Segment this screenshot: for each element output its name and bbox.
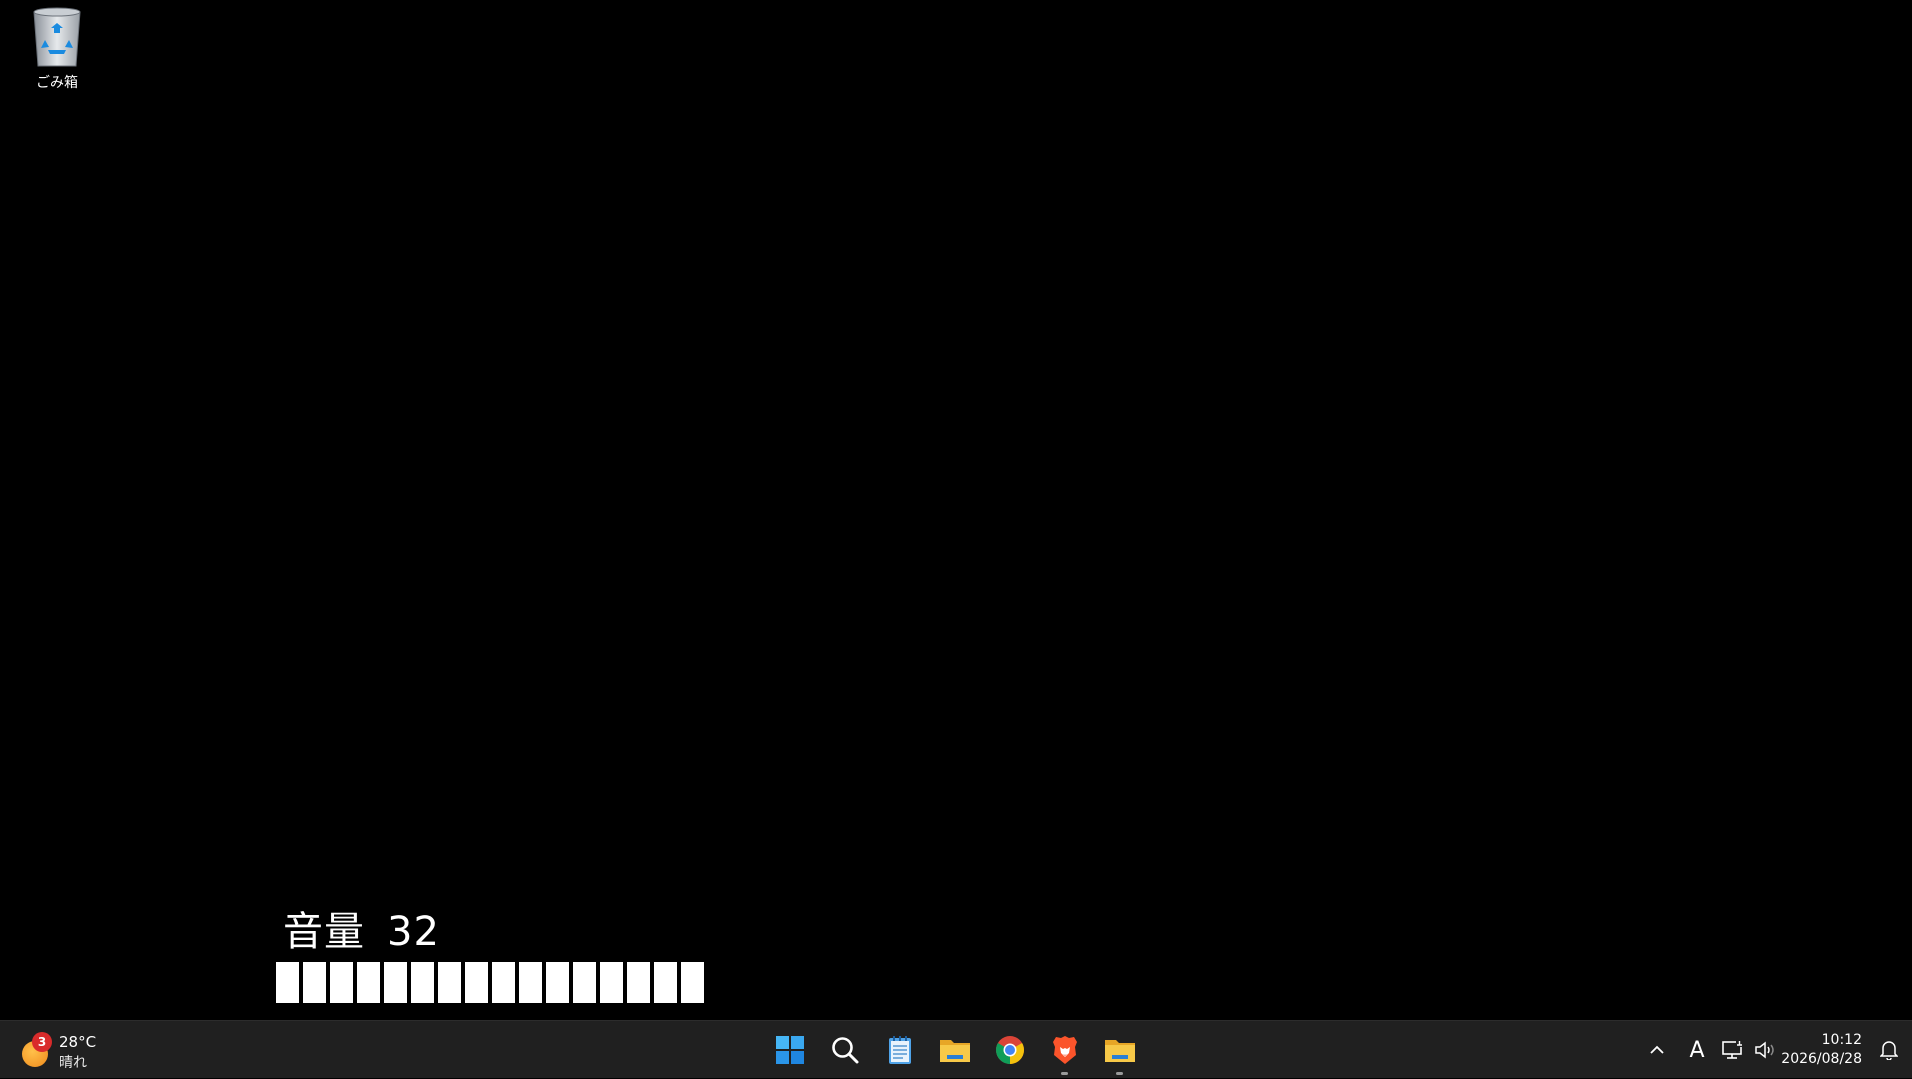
speaker-icon: [1755, 1041, 1774, 1059]
volume-button[interactable]: [1750, 1021, 1780, 1079]
search-button[interactable]: [817, 1021, 872, 1079]
clock-time: 10:12: [1821, 1032, 1862, 1048]
weather-temperature: 28°C: [59, 1033, 97, 1051]
volume-level-bar: [276, 962, 704, 1003]
volume-label: 音量: [283, 909, 365, 955]
taskbar-app-notepad[interactable]: [872, 1021, 927, 1079]
desktop[interactable]: ごみ箱 音量 32: [0, 0, 1912, 1020]
weather-badge: 3: [32, 1032, 52, 1052]
notepad-icon: [888, 1036, 911, 1064]
running-indicator: [1116, 1072, 1123, 1075]
volume-segment: [492, 962, 515, 1003]
folder-icon: [939, 1040, 970, 1062]
network-button[interactable]: [1718, 1021, 1748, 1079]
volume-segment: [681, 962, 704, 1003]
brave-lion-icon: [1052, 1036, 1077, 1064]
running-indicator: [1061, 1072, 1068, 1075]
clock-date: 2026/08/28: [1781, 1051, 1862, 1067]
volume-segment: [357, 962, 380, 1003]
weather-widget[interactable]: 3 28°C 晴れ: [20, 1031, 110, 1071]
volume-segment: [411, 962, 434, 1003]
volume-segment: [573, 962, 596, 1003]
volume-segment: [330, 962, 353, 1003]
weather-condition: 晴れ: [59, 1055, 87, 1071]
ime-indicator[interactable]: A: [1682, 1021, 1712, 1079]
volume-segment: [519, 962, 542, 1003]
tray-overflow-button[interactable]: [1642, 1021, 1672, 1079]
volume-value: 32: [387, 909, 440, 955]
chevron-up-icon: [1650, 1045, 1664, 1054]
taskbar-app-file-explorer-2[interactable]: [1092, 1021, 1147, 1079]
taskbar: 3 28°C 晴れ A 10:12 2026/08/28: [0, 1020, 1912, 1078]
network-icon: [1722, 1040, 1743, 1059]
search-icon: [831, 1037, 858, 1064]
taskbar-app-brave[interactable]: [1037, 1021, 1092, 1079]
taskbar-app-file-explorer[interactable]: [927, 1021, 982, 1079]
chrome-icon: [995, 1036, 1024, 1064]
bell-icon: [1880, 1041, 1898, 1060]
volume-segment: [438, 962, 461, 1003]
start-button[interactable]: [762, 1021, 817, 1079]
taskbar-app-chrome[interactable]: [982, 1021, 1037, 1079]
volume-segment: [546, 962, 569, 1003]
volume-segment: [600, 962, 623, 1003]
taskbar-apps: [762, 1021, 1147, 1079]
volume-segment: [276, 962, 299, 1003]
folder-icon: [1104, 1040, 1135, 1062]
desktop-icon-recycle-bin[interactable]: ごみ箱: [18, 6, 96, 92]
volume-segment: [384, 962, 407, 1003]
clock[interactable]: 10:12 2026/08/28: [1781, 1031, 1862, 1069]
volume-segment: [303, 962, 326, 1003]
recycle-bin-icon: [33, 7, 81, 67]
volume-segment: [654, 962, 677, 1003]
windows-logo-icon: [775, 1036, 804, 1064]
notification-button[interactable]: [1874, 1021, 1904, 1079]
volume-osd-text: 音量 32: [283, 912, 440, 952]
volume-segment: [465, 962, 488, 1003]
desktop-icon-label: ごみ箱: [36, 75, 78, 91]
volume-segment: [627, 962, 650, 1003]
